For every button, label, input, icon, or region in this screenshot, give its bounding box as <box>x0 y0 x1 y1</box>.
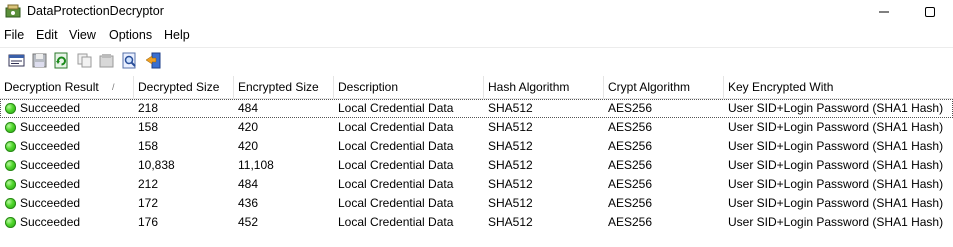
cell-hash-algorithm: SHA512 <box>488 158 533 172</box>
table-header: Decryption Result / Decrypted Size Encry… <box>0 76 953 99</box>
maximize-icon <box>925 7 935 17</box>
cell-decrypted-size: 10,838 <box>138 158 175 172</box>
cell-decrypted-size: 172 <box>138 196 159 210</box>
cell-key-encrypted-with: User SID+Login Password (SHA1 Hash) <box>728 215 944 229</box>
success-status-icon <box>5 141 16 152</box>
menu-view[interactable]: View <box>69 28 96 42</box>
sort-ascending-icon: / <box>112 82 115 92</box>
col-crypt-algorithm[interactable]: Crypt Algorithm <box>604 76 724 98</box>
table-row[interactable]: Succeeded 218 484 Local Credential Data SHA5… <box>0 99 953 118</box>
success-status-icon <box>5 217 16 228</box>
success-status-icon <box>5 103 16 114</box>
col-key-encrypted-with[interactable]: Key Encrypted With <box>724 76 953 98</box>
cell-encrypted-size: 420 <box>238 120 259 134</box>
success-status-icon <box>5 179 16 190</box>
cell-hash-algorithm: SHA512 <box>488 177 533 191</box>
success-status-icon <box>5 160 16 171</box>
cell-description: Local Credential Data <box>338 139 454 153</box>
cell-key-encrypted-with: User SID+Login Password (SHA1 Hash) <box>728 177 944 191</box>
menu-file[interactable]: File <box>4 28 24 42</box>
html-report-icon[interactable] <box>98 52 115 69</box>
cell-decrypted-size: 212 <box>138 177 159 191</box>
col-decryption-result-label: Decryption Result <box>4 80 99 94</box>
cell-description: Local Credential Data <box>338 101 454 115</box>
cell-description: Local Credential Data <box>338 120 454 134</box>
cell-hash-algorithm: SHA512 <box>488 215 533 229</box>
cell-encrypted-size: 484 <box>238 101 259 115</box>
cell-description: Local Credential Data <box>338 177 454 191</box>
col-encrypted-size[interactable]: Encrypted Size <box>234 76 334 98</box>
cell-hash-algorithm: SHA512 <box>488 101 533 115</box>
table-row[interactable]: Succeeded 212 484 Local Credential Data SHA5… <box>0 175 953 194</box>
title-bar: DataProtectionDecryptor <box>0 0 953 24</box>
cell-crypt-algorithm: AES256 <box>608 139 653 153</box>
cell-description: Local Credential Data <box>338 196 454 210</box>
cell-encrypted-size: 11,108 <box>238 158 274 172</box>
find-icon[interactable] <box>121 52 138 69</box>
minimize-icon <box>879 11 889 13</box>
menu-edit[interactable]: Edit <box>36 28 58 42</box>
table-row[interactable]: Succeeded 158 420 Local Credential Data SHA5… <box>0 118 953 137</box>
cell-key-encrypted-with: User SID+Login Password (SHA1 Hash) <box>728 158 944 172</box>
cell-encrypted-size: 484 <box>238 177 259 191</box>
cell-crypt-algorithm: AES256 <box>608 177 653 191</box>
cell-decrypted-size: 176 <box>138 215 159 229</box>
cell-key-encrypted-with: User SID+Login Password (SHA1 Hash) <box>728 101 944 115</box>
cell-crypt-algorithm: AES256 <box>608 120 653 134</box>
refresh-icon[interactable] <box>53 52 70 69</box>
success-status-icon <box>5 198 16 209</box>
cell-hash-algorithm: SHA512 <box>488 196 533 210</box>
maximize-button[interactable] <box>907 0 953 24</box>
exit-icon[interactable] <box>145 52 162 69</box>
cell-crypt-algorithm: AES256 <box>608 101 653 115</box>
minimize-button[interactable] <box>861 0 907 24</box>
table-row[interactable]: Succeeded 172 436 Local Credential Data SHA5… <box>0 194 953 213</box>
success-status-icon <box>5 122 16 133</box>
table-row[interactable]: Succeeded 10,838 11,108 Local Credential Da… <box>0 156 953 175</box>
table-row[interactable]: Succeeded 176 452 Local Credential Data SHA5… <box>0 213 953 232</box>
cell-hash-algorithm: SHA512 <box>488 139 533 153</box>
cell-decrypted-size: 218 <box>138 101 159 115</box>
cell-hash-algorithm: SHA512 <box>488 120 533 134</box>
cell-key-encrypted-with: User SID+Login Password (SHA1 Hash) <box>728 120 944 134</box>
cell-encrypted-size: 436 <box>238 196 259 210</box>
cell-crypt-algorithm: AES256 <box>608 196 653 210</box>
cell-key-encrypted-with: User SID+Login Password (SHA1 Hash) <box>728 196 944 210</box>
save-icon[interactable] <box>31 52 48 69</box>
table-row[interactable]: Succeeded 158 420 Local Credential Data SHA5… <box>0 137 953 156</box>
copy-icon[interactable] <box>76 52 93 69</box>
cell-crypt-algorithm: AES256 <box>608 215 653 229</box>
col-decrypted-size[interactable]: Decrypted Size <box>134 76 234 98</box>
cell-key-encrypted-with: User SID+Login Password (SHA1 Hash) <box>728 139 944 153</box>
cell-encrypted-size: 452 <box>238 215 259 229</box>
app-icon <box>5 4 21 18</box>
menu-options[interactable]: Options <box>109 28 152 42</box>
col-hash-algorithm[interactable]: Hash Algorithm <box>484 76 604 98</box>
cell-decrypted-size: 158 <box>138 139 159 153</box>
menu-bar: File Edit View Options Help <box>0 26 953 46</box>
cell-decrypted-size: 158 <box>138 120 159 134</box>
window-title: DataProtectionDecryptor <box>27 4 164 18</box>
col-decryption-result[interactable]: Decryption Result / <box>0 76 134 98</box>
toolbar <box>0 47 953 74</box>
cell-crypt-algorithm: AES256 <box>608 158 653 172</box>
properties-icon[interactable] <box>8 52 25 69</box>
cell-description: Local Credential Data <box>338 215 454 229</box>
col-description[interactable]: Description <box>334 76 484 98</box>
cell-description: Local Credential Data <box>338 158 454 172</box>
cell-encrypted-size: 420 <box>238 139 259 153</box>
menu-help[interactable]: Help <box>164 28 190 42</box>
